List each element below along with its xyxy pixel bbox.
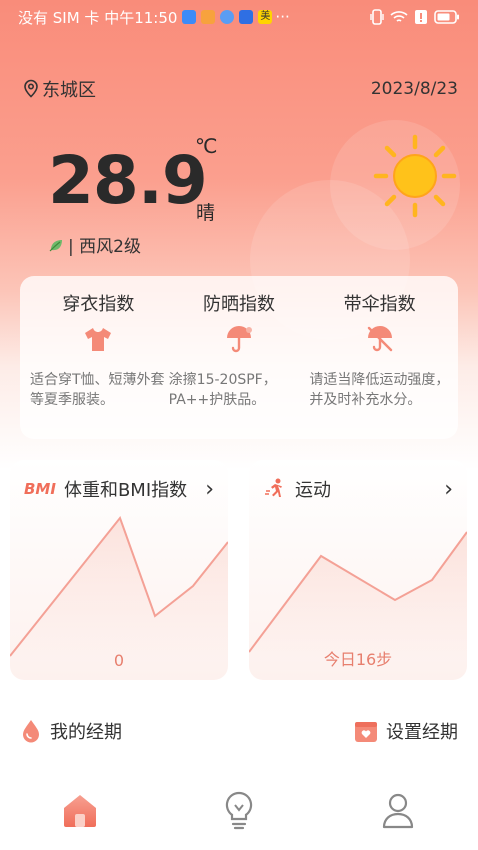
app-notification-icon bbox=[182, 10, 197, 24]
status-bar: 没有 SIM 卡 中午11:50 美 ··· bbox=[0, 0, 478, 34]
user-icon bbox=[383, 793, 414, 829]
wifi-icon bbox=[390, 11, 408, 22]
bmi-badge-icon: BMI bbox=[24, 480, 56, 498]
sport-title: 运动 bbox=[295, 480, 331, 501]
app-notification-icon bbox=[201, 10, 216, 24]
index-title: 带伞指数 bbox=[343, 294, 416, 315]
steps-chart-area bbox=[249, 532, 467, 660]
temperature-value: 28.9 bbox=[48, 142, 208, 219]
index-title: 防晒指数 bbox=[203, 294, 275, 315]
wind-text: | 西风2级 bbox=[68, 237, 141, 257]
tab-home[interactable] bbox=[40, 780, 120, 840]
bmi-tile[interactable]: BMI 体重和BMI指数 › 0 bbox=[10, 460, 228, 680]
weather-condition: 晴 bbox=[196, 202, 216, 224]
wind-info: | 西风2级 bbox=[48, 232, 141, 257]
running-icon bbox=[265, 478, 282, 497]
location-pin-icon bbox=[24, 79, 38, 98]
index-desc: 适合穿T恤、短薄外套等夏季服装。 bbox=[30, 372, 165, 408]
my-period-label[interactable]: 我的经期 bbox=[50, 718, 122, 744]
meituan-icon: 美 bbox=[258, 10, 273, 24]
status-carrier-time: 没有 SIM 卡 中午11:50 bbox=[18, 8, 178, 27]
home-icon bbox=[63, 795, 96, 827]
vibrate-icon bbox=[370, 9, 384, 25]
set-period-label: 设置经期 bbox=[386, 722, 458, 743]
tshirt-icon bbox=[85, 328, 112, 351]
sunny-icon bbox=[373, 134, 457, 218]
tab-tips[interactable] bbox=[199, 780, 279, 840]
calendar-heart-icon bbox=[355, 722, 377, 742]
district-label[interactable]: 东城区 bbox=[42, 76, 96, 102]
chevron-right-icon[interactable]: › bbox=[444, 477, 453, 502]
steps-trend-chart bbox=[249, 531, 467, 660]
location-row: 东城区 2023/8/23 bbox=[22, 76, 458, 102]
index-title: 穿衣指数 bbox=[62, 294, 135, 315]
umbrella-sun-icon bbox=[227, 326, 252, 353]
alert-icon bbox=[415, 10, 427, 24]
sport-tile-header: 运动 › bbox=[249, 460, 467, 502]
index-desc: 请适当降低运动强度，并及时补充水分。 bbox=[309, 372, 450, 408]
bmi-chart-area bbox=[10, 518, 228, 660]
steps-value: 今日16步 bbox=[323, 650, 393, 669]
clothing-index[interactable]: 穿衣指数 适合穿T恤、短薄外套等夏季服装。 bbox=[28, 290, 169, 439]
date-label: 2023/8/23 bbox=[370, 79, 458, 99]
bmi-tile-header: BMI 体重和BMI指数 › bbox=[10, 460, 228, 502]
temperature-unit: ℃ bbox=[195, 134, 218, 158]
chevron-right-icon[interactable]: › bbox=[205, 477, 214, 502]
bottom-tab-bar bbox=[0, 770, 478, 850]
life-index-card: 穿衣指数 适合穿T恤、短薄外套等夏季服装。 防晒指数 涂擦15-20SPF，PA… bbox=[20, 276, 458, 439]
period-row: 我的经期 设置经期 bbox=[0, 700, 478, 762]
blood-drop-icon bbox=[23, 720, 39, 743]
battery-icon bbox=[434, 10, 459, 24]
umbrella-index[interactable]: 带伞指数 请适当降低运动强度，并及时补充水分。 bbox=[309, 290, 450, 439]
tab-profile[interactable] bbox=[358, 780, 438, 840]
index-desc: 涂擦15-20SPF，PA++护肤品。 bbox=[168, 372, 277, 408]
no-umbrella-icon bbox=[367, 326, 392, 352]
sunscreen-index[interactable]: 防晒指数 涂擦15-20SPF，PA++护肤品。 bbox=[169, 290, 310, 439]
more-notifications-icon: ··· bbox=[275, 8, 290, 26]
bulb-icon bbox=[225, 791, 253, 830]
wind-leaf-icon bbox=[49, 239, 62, 251]
app-notification-icon bbox=[239, 10, 254, 24]
sport-tile[interactable]: 运动 › 今日16步 bbox=[249, 460, 467, 680]
bmi-value: 0 bbox=[113, 651, 125, 670]
set-period-button[interactable]: 设置经期 bbox=[354, 718, 458, 744]
bmi-trend-chart bbox=[10, 515, 228, 660]
app-notification-icon bbox=[220, 10, 235, 24]
bmi-title: 体重和BMI指数 bbox=[63, 480, 188, 501]
